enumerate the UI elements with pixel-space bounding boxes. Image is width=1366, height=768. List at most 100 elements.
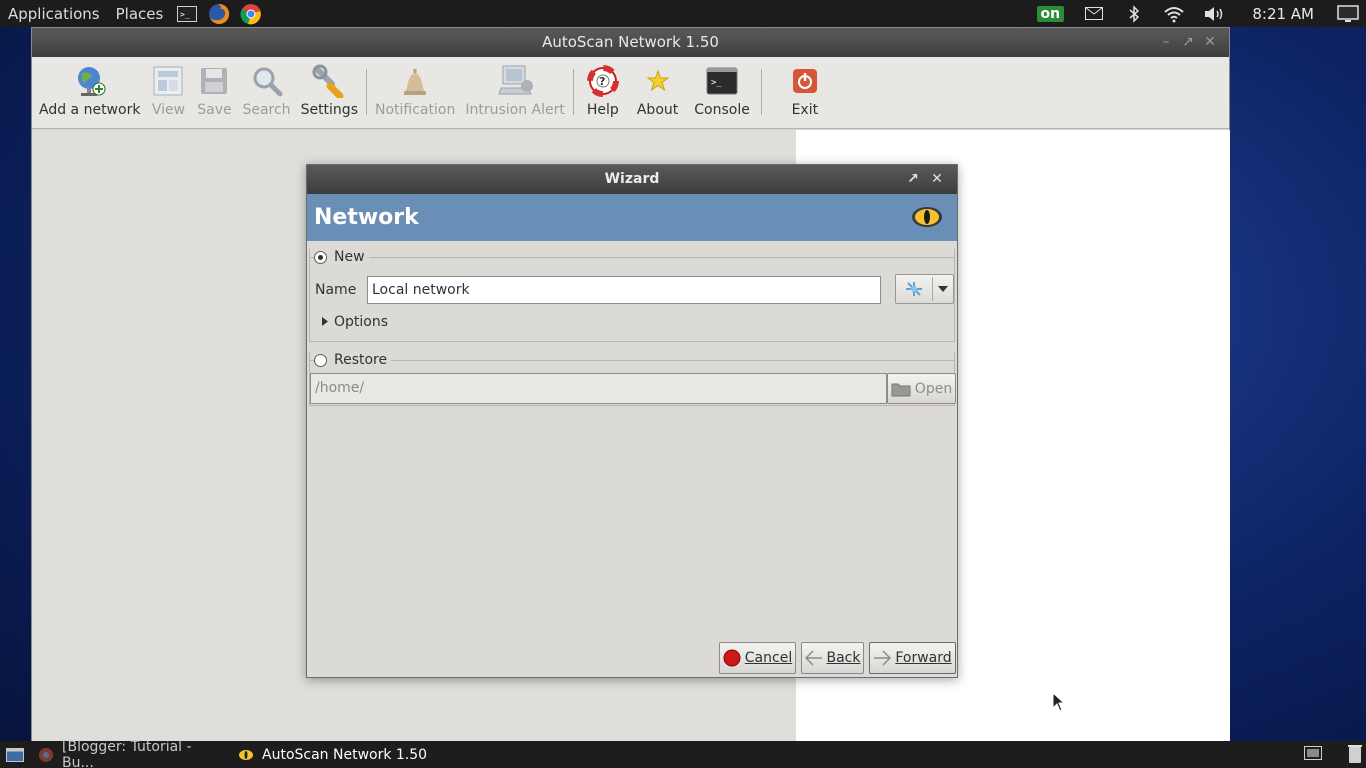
search-icon	[249, 63, 285, 99]
taskbar-item-blogger[interactable]: [Blogger: Tutorial - Bu...	[30, 738, 230, 768]
search-button[interactable]: Search	[237, 57, 295, 127]
on-indicator-icon[interactable]: on	[1034, 4, 1066, 24]
notification-label: Notification	[374, 102, 456, 118]
help-button[interactable]: ? Help	[577, 57, 629, 127]
options-label: Options	[334, 314, 389, 330]
clock[interactable]: 8:21 AM	[1252, 5, 1314, 23]
save-button[interactable]: Save	[191, 57, 237, 127]
main-window-title: AutoScan Network 1.50	[542, 33, 719, 51]
cancel-button[interactable]: Cancel	[719, 642, 796, 674]
main-toolbar: Add a network View Save Search Settings	[32, 57, 1229, 129]
system-tray: on 8:21 AM	[1026, 0, 1366, 27]
wizard-titlebar[interactable]: Wizard ↗ ✕	[307, 165, 957, 194]
console-icon: >_	[704, 63, 740, 99]
taskbar-item-label: AutoScan Network 1.50	[262, 746, 428, 763]
notification-icon	[397, 63, 433, 99]
wizard-dialog: Wizard ↗ ✕ Network New Name Local networ…	[306, 164, 958, 678]
network-name-input[interactable]: Local network	[367, 276, 881, 304]
back-label: Back	[826, 650, 861, 666]
exit-button[interactable]: Exit	[765, 57, 841, 127]
notification-button[interactable]: Notification	[370, 57, 460, 127]
cancel-label: Cancel	[744, 650, 793, 666]
window-controls: – ↗ ✕	[1155, 28, 1221, 57]
workspace-switcher-icon[interactable]	[1304, 746, 1322, 764]
forward-label: Forward	[895, 650, 952, 666]
intrusion-alert-label: Intrusion Alert	[465, 102, 565, 118]
autoscan-icon	[238, 747, 254, 763]
frame-top-line	[310, 360, 954, 361]
wizard-header-title: Network	[314, 205, 419, 230]
wifi-icon[interactable]	[1162, 4, 1186, 24]
help-label: Help	[586, 102, 619, 118]
about-button[interactable]: About	[629, 57, 686, 127]
bluetooth-icon[interactable]	[1122, 4, 1146, 24]
minimize-icon[interactable]: –	[1155, 28, 1177, 57]
mail-icon[interactable]	[1082, 4, 1106, 24]
network-type-combo[interactable]	[895, 274, 954, 304]
save-icon	[196, 63, 232, 99]
terminal-icon[interactable]: >_	[175, 2, 199, 26]
restore-radio-row[interactable]: Restore	[314, 352, 392, 368]
top-panel: Applications Places >_ on 8:21 AM	[0, 0, 1366, 27]
back-button[interactable]: Back	[801, 642, 864, 674]
toolbar-separator	[760, 69, 762, 115]
maximize-icon[interactable]: ↗	[901, 165, 925, 194]
settings-button[interactable]: Settings	[296, 57, 363, 127]
chrome-icon	[38, 747, 54, 763]
taskbar: [Blogger: Tutorial - Bu... AutoScan Netw…	[0, 738, 1366, 768]
chrome-icon[interactable]	[239, 2, 263, 26]
expander-arrow-icon	[322, 314, 328, 330]
toolbar-separator	[572, 69, 574, 115]
svg-text:>_: >_	[180, 10, 190, 19]
restore-radio[interactable]	[314, 353, 327, 367]
back-arrow-icon	[804, 650, 823, 666]
options-expander[interactable]: Options	[322, 314, 388, 330]
help-icon: ?	[585, 63, 621, 99]
taskbar-item-label: [Blogger: Tutorial - Bu...	[62, 738, 192, 768]
view-button[interactable]: View	[145, 57, 191, 127]
volume-icon[interactable]	[1202, 4, 1226, 24]
maximize-icon[interactable]: ↗	[1177, 28, 1199, 57]
cancel-icon	[723, 649, 741, 667]
restore-radio-label: Restore	[334, 352, 388, 368]
mouse-cursor-icon	[1052, 691, 1066, 716]
wizard-title: Wizard	[604, 171, 660, 187]
svg-text:>_: >_	[711, 78, 722, 88]
taskbar-item-autoscan[interactable]: AutoScan Network 1.50	[230, 741, 435, 768]
view-icon	[150, 63, 186, 99]
new-radio[interactable]	[314, 250, 327, 264]
save-label: Save	[197, 102, 232, 118]
about-icon	[640, 63, 676, 99]
trash-icon[interactable]	[1348, 744, 1362, 768]
close-icon[interactable]: ✕	[1199, 28, 1221, 57]
frame-top-line	[310, 257, 954, 258]
console-button[interactable]: >_ Console	[686, 57, 758, 127]
name-label: Name	[315, 282, 357, 298]
forward-button[interactable]: Forward	[869, 642, 956, 674]
folder-icon	[891, 381, 911, 397]
view-label: View	[151, 102, 186, 118]
show-desktop-button[interactable]	[0, 741, 30, 768]
wizard-header: Network	[307, 194, 957, 241]
svg-text:?: ?	[599, 75, 605, 88]
restore-path-input[interactable]: /home/	[310, 373, 887, 404]
close-icon[interactable]: ✕	[925, 165, 949, 194]
firefox-icon[interactable]	[207, 2, 231, 26]
places-menu[interactable]: Places	[108, 5, 172, 23]
console-label: Console	[694, 102, 750, 118]
applications-menu[interactable]: Applications	[0, 5, 108, 23]
intrusion-alert-button[interactable]: Intrusion Alert	[460, 57, 570, 127]
forward-arrow-icon	[873, 650, 892, 666]
add-network-button[interactable]: Add a network	[34, 57, 145, 127]
add-network-icon	[72, 63, 108, 99]
wizard-window-controls: ↗ ✕	[901, 165, 949, 194]
toolbar-separator	[365, 69, 367, 115]
main-titlebar[interactable]: AutoScan Network 1.50 – ↗ ✕	[32, 28, 1229, 57]
settings-icon	[311, 63, 347, 99]
open-button[interactable]: Open	[887, 373, 956, 404]
chevron-down-icon	[933, 286, 953, 292]
restore-frame: Restore /home/ Open	[309, 352, 956, 406]
user-menu-icon[interactable]	[1336, 4, 1360, 24]
new-radio-row[interactable]: New	[314, 249, 369, 265]
new-network-frame: New Name Local network Options	[309, 249, 955, 342]
